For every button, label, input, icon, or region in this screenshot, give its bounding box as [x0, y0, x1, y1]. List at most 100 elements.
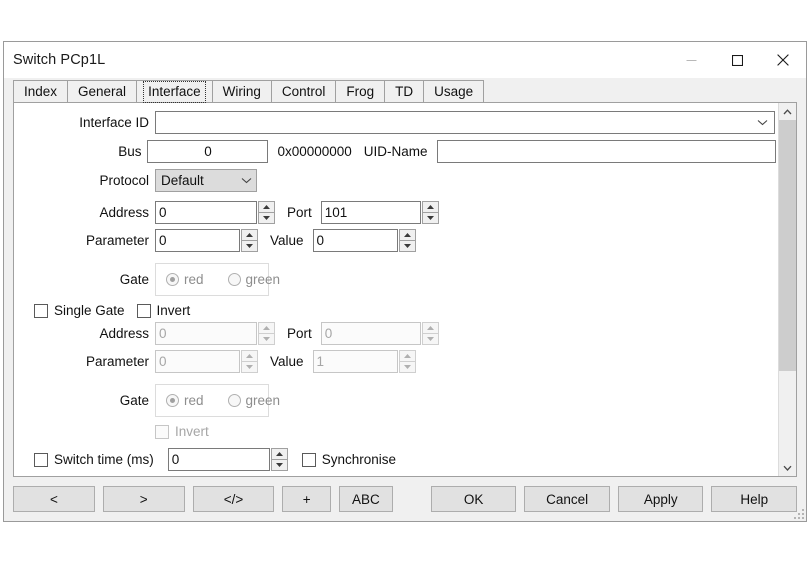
- parameter2-spin-down[interactable]: [241, 361, 258, 373]
- value2-spin-up[interactable]: [398, 350, 416, 361]
- port-spin-up[interactable]: [421, 201, 439, 212]
- value2-spin-down[interactable]: [398, 361, 416, 373]
- tab-usage[interactable]: Usage: [423, 80, 485, 102]
- address-spin-up[interactable]: [258, 201, 275, 212]
- value-spin-up[interactable]: [398, 229, 416, 240]
- address2-spinner[interactable]: [258, 322, 275, 345]
- address2-spin-down[interactable]: [258, 333, 275, 345]
- parameter2-spinner[interactable]: [241, 350, 258, 373]
- address2-input[interactable]: [155, 322, 257, 345]
- invert1-checkbox[interactable]: Invert: [136, 303, 191, 318]
- interface-id-combo[interactable]: [155, 111, 775, 134]
- checkbox-icon: [34, 303, 48, 318]
- cancel-button[interactable]: Cancel: [524, 486, 610, 512]
- value2-input[interactable]: [312, 350, 398, 373]
- close-button[interactable]: [760, 42, 806, 78]
- gate1-radio-green[interactable]: green: [227, 272, 280, 287]
- parameter-input[interactable]: [155, 229, 240, 252]
- invert2-row: Invert: [14, 420, 209, 443]
- value-input[interactable]: [312, 229, 398, 252]
- gate2-radio-red-label: red: [184, 393, 204, 408]
- title-bar[interactable]: Switch PCp1L: [4, 42, 806, 78]
- gate2-group: red green: [155, 384, 280, 417]
- port-input[interactable]: [320, 201, 421, 224]
- protocol-row: Protocol Default: [14, 169, 257, 192]
- bus-row: Bus 0x00000000 UID-Name: [14, 140, 776, 163]
- switch-time-row: Switch time (ms) Synchronise: [14, 448, 396, 471]
- uid-name-input[interactable]: [436, 140, 776, 163]
- parameter2-input[interactable]: [155, 350, 240, 373]
- parameter-row: Parameter Value: [14, 229, 416, 252]
- tab-wiring[interactable]: Wiring: [211, 80, 272, 102]
- scroll-down-button[interactable]: [779, 459, 796, 476]
- invert2-checkbox[interactable]: Invert: [155, 424, 209, 439]
- bus-input[interactable]: [147, 140, 269, 163]
- scrollbar-thumb[interactable]: [779, 120, 796, 371]
- port-spin-down[interactable]: [421, 212, 439, 224]
- ok-button[interactable]: OK: [430, 486, 517, 512]
- tab-index[interactable]: Index: [13, 80, 69, 102]
- value2-spinner[interactable]: [398, 350, 416, 373]
- address-input[interactable]: [155, 201, 257, 224]
- minimize-button[interactable]: [668, 42, 714, 78]
- synchronise-checkbox[interactable]: Synchronise: [301, 452, 396, 467]
- code-button[interactable]: </>: [192, 486, 275, 512]
- vertical-scrollbar[interactable]: [778, 103, 796, 476]
- parameter2-label: Parameter: [85, 354, 149, 369]
- value-spin-down[interactable]: [398, 240, 416, 252]
- parameter2-row: Parameter Value: [14, 350, 416, 373]
- gate1-row: Gate red green: [14, 263, 280, 296]
- switch-time-checkbox[interactable]: Switch time (ms): [34, 452, 154, 467]
- tab-frog[interactable]: Frog: [335, 80, 386, 102]
- address-spinner[interactable]: [258, 201, 275, 224]
- protocol-value: Default: [161, 173, 204, 188]
- switch-time-spin-down[interactable]: [270, 459, 288, 471]
- gate2-radio-green[interactable]: green: [227, 393, 280, 408]
- parameter-spin-up[interactable]: [241, 229, 258, 240]
- port-spinner[interactable]: [421, 201, 439, 224]
- previous-button[interactable]: <: [13, 486, 95, 512]
- maximize-button[interactable]: [714, 42, 760, 78]
- port2-spinner[interactable]: [421, 322, 439, 345]
- resize-grip-icon[interactable]: [792, 507, 804, 519]
- address2-spin-up[interactable]: [258, 322, 275, 333]
- apply-button[interactable]: Apply: [617, 486, 704, 512]
- invert2-label: Invert: [175, 424, 209, 439]
- add-button[interactable]: +: [282, 486, 331, 512]
- tab-interface[interactable]: Interface: [136, 80, 213, 103]
- next-button[interactable]: >: [102, 486, 185, 512]
- port2-spin-down[interactable]: [421, 333, 439, 345]
- help-button[interactable]: Help: [711, 486, 797, 512]
- address-spin-down[interactable]: [258, 212, 275, 224]
- bus-hex-value: 0x00000000: [277, 144, 352, 159]
- chevron-down-icon: [757, 119, 770, 126]
- parameter-spin-down[interactable]: [241, 240, 258, 252]
- maximize-icon: [731, 54, 743, 66]
- tab-frog-label: Frog: [346, 84, 375, 99]
- abc-button[interactable]: ABC: [338, 486, 393, 512]
- tab-td[interactable]: TD: [384, 80, 425, 102]
- gate2-radio-red[interactable]: red: [166, 393, 204, 408]
- scrollbar-track[interactable]: [779, 120, 796, 459]
- radio-dot-icon: [227, 273, 241, 286]
- switch-time-spinner[interactable]: [270, 448, 288, 471]
- gate1-label: Gate: [119, 272, 149, 287]
- invert1-label: Invert: [156, 303, 191, 318]
- minimize-icon: [686, 59, 696, 61]
- value-spinner[interactable]: [398, 229, 416, 252]
- protocol-select[interactable]: Default: [155, 169, 257, 192]
- switch-time-spin-up[interactable]: [270, 448, 288, 459]
- parameter2-spin-up[interactable]: [241, 350, 258, 361]
- switch-time-input[interactable]: [167, 448, 270, 471]
- parameter-spinner[interactable]: [241, 229, 258, 252]
- single-gate-checkbox[interactable]: Single Gate: [34, 303, 125, 318]
- gate1-radio-red[interactable]: red: [166, 272, 204, 287]
- port2-input[interactable]: [320, 322, 421, 345]
- port2-spin-up[interactable]: [421, 322, 439, 333]
- scroll-up-button[interactable]: [779, 103, 796, 120]
- tab-general[interactable]: General: [67, 80, 138, 102]
- tab-control[interactable]: Control: [270, 80, 337, 102]
- address2-row: Address Port: [14, 322, 439, 345]
- tab-wiring-label: Wiring: [222, 84, 261, 99]
- tab-interface-label: Interface: [143, 81, 206, 103]
